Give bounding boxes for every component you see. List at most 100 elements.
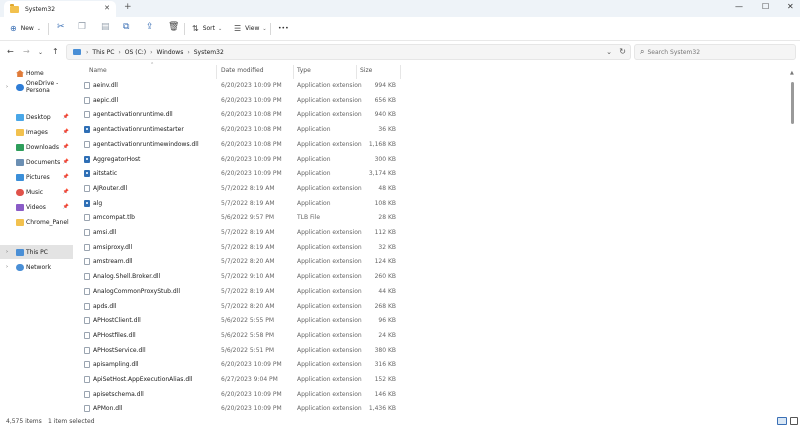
- file-row[interactable]: Analog.Shell.Broker.dll 5/7/2022 9:10 AM A…: [74, 270, 400, 284]
- application-icon: [84, 170, 90, 178]
- file-row[interactable]: alg 5/7/2022 8:19 AM Application 108 KB: [74, 197, 400, 211]
- back-arrow-icon[interactable]: ←: [7, 47, 14, 56]
- chevron-right-icon[interactable]: ›: [6, 264, 8, 270]
- file-name: Analog.Shell.Broker.dll: [93, 273, 161, 281]
- file-size: 994 KB: [374, 82, 396, 89]
- file-name: apisampling.dll: [93, 361, 139, 369]
- search-input[interactable]: [647, 48, 788, 56]
- recent-chevron-icon[interactable]: ⌄: [38, 49, 43, 56]
- pin-icon: 📌: [62, 144, 69, 150]
- copy-icon[interactable]: ❐: [78, 22, 86, 32]
- sidebar-item-this-pc[interactable]: › This PC: [0, 245, 73, 259]
- share-icon[interactable]: ⇪: [146, 22, 154, 32]
- file-size: 146 KB: [374, 390, 396, 398]
- new-button[interactable]: ⊕ New ⌄: [10, 24, 41, 33]
- file-row[interactable]: amsiproxy.dll 5/7/2022 8:19 AM Application…: [74, 241, 400, 255]
- file-row[interactable]: AggregatorHost 6/20/2023 10:09 PM Applicat…: [74, 153, 400, 167]
- file-row[interactable]: agentactivationruntime.dll 6/20/2023 10:0…: [74, 108, 400, 122]
- sidebar-item-home[interactable]: Home: [0, 66, 73, 80]
- sidebar-item-network[interactable]: › Network: [0, 260, 73, 274]
- file-row[interactable]: ApiSetHost.AppExecutionAlias.dll 6/27/202…: [74, 373, 400, 387]
- forward-arrow-icon[interactable]: →: [23, 47, 30, 56]
- tab-system32[interactable]: System32 ✕: [4, 1, 116, 17]
- view-button[interactable]: ☰ View ⌄: [234, 24, 267, 33]
- file-type: Application extension: [297, 82, 362, 89]
- file-name: APHostService.dll: [93, 346, 146, 354]
- sort-button[interactable]: ⇅ Sort ⌄: [192, 24, 222, 33]
- file-row[interactable]: apisetschema.dll 6/20/2023 10:09 PM Applic…: [74, 388, 400, 402]
- column-header-type[interactable]: Type: [297, 67, 311, 74]
- file-row[interactable]: apisampling.dll 6/20/2023 10:09 PM Applica…: [74, 358, 400, 372]
- column-header-name[interactable]: Name: [89, 67, 107, 74]
- maximize-button[interactable]: ☐: [762, 2, 769, 11]
- file-row[interactable]: AJRouter.dll 5/7/2022 8:19 AM Application …: [74, 182, 400, 196]
- breadcrumb-this-pc[interactable]: This PC: [92, 49, 114, 56]
- tiles-view-button[interactable]: [790, 417, 798, 425]
- sidebar-item-desktop[interactable]: Desktop 📌: [0, 110, 73, 124]
- sidebar-item-images[interactable]: Images 📌: [0, 125, 73, 139]
- sidebar-item-documents[interactable]: Documents 📌: [0, 155, 73, 169]
- file-row[interactable]: aepic.dll 6/20/2023 10:09 PM Application e…: [74, 94, 400, 108]
- chevron-right-icon[interactable]: ›: [6, 249, 8, 255]
- status-bar: 4,575 items 1 item selected: [0, 414, 800, 428]
- file-row[interactable]: agentactivationruntimestarter 6/20/2023 1…: [74, 123, 400, 137]
- chevron-down-icon[interactable]: ⌄: [606, 48, 612, 56]
- breadcrumb-system32[interactable]: System32: [194, 49, 224, 56]
- sidebar-item-videos[interactable]: Videos 📌: [0, 200, 73, 214]
- file-date: 5/7/2022 8:19 AM: [221, 243, 275, 251]
- file-date: 5/7/2022 8:20 AM: [221, 302, 275, 310]
- vertical-scrollbar[interactable]: [791, 82, 794, 124]
- sidebar-item-pictures[interactable]: Pictures 📌: [0, 170, 73, 184]
- paste-icon[interactable]: ▤: [101, 22, 110, 32]
- file-icon: [84, 273, 90, 281]
- sidebar-item-onedrive[interactable]: › OneDrive - Persona: [0, 80, 73, 94]
- search-box[interactable]: ⌕: [634, 44, 796, 60]
- file-icon: [84, 317, 90, 325]
- file-type: Application extension: [297, 258, 362, 266]
- file-icon: [84, 140, 90, 148]
- application-icon: [84, 126, 90, 134]
- details-view-button[interactable]: [777, 417, 787, 425]
- file-row[interactable]: apds.dll 5/7/2022 8:20 AM Application exte…: [74, 300, 400, 314]
- file-date: 6/20/2023 10:09 PM: [221, 155, 282, 163]
- rename-icon[interactable]: ⧉: [123, 22, 129, 32]
- file-row[interactable]: APHostClient.dll 5/6/2022 5:55 PM Applicat…: [74, 314, 400, 328]
- file-row[interactable]: aitstatic 6/20/2023 10:09 PM Application 3,…: [74, 167, 400, 181]
- file-row[interactable]: amcompat.tlb 5/6/2022 9:57 PM TLB File 28 K…: [74, 211, 400, 225]
- file-date: 6/20/2023 10:08 PM: [221, 126, 282, 134]
- column-header-size[interactable]: Size: [360, 67, 372, 74]
- file-row[interactable]: amsi.dll 5/7/2022 8:19 AM Application exte…: [74, 226, 400, 240]
- new-tab-button[interactable]: +: [124, 2, 132, 12]
- file-date: 5/6/2022 5:55 PM: [221, 317, 275, 325]
- file-date: 6/20/2023 10:09 PM: [221, 82, 282, 89]
- address-bar[interactable]: › This PC › OS (C:) › Windows › System32…: [66, 44, 631, 60]
- sidebar-item-chrome-panel[interactable]: Chrome_Panel: [0, 215, 73, 229]
- sidebar-item-downloads[interactable]: Downloads 📌: [0, 140, 73, 154]
- file-size: 656 KB: [374, 96, 396, 104]
- file-name: AJRouter.dll: [93, 184, 128, 192]
- file-icon: [84, 243, 90, 251]
- file-name: aitstatic: [93, 170, 118, 178]
- file-row[interactable]: agentactivationruntimewindows.dll 6/20/20…: [74, 138, 400, 152]
- breadcrumb-windows[interactable]: Windows: [157, 49, 184, 56]
- breadcrumb-os-c[interactable]: OS (C:): [125, 49, 146, 56]
- close-window-button[interactable]: ✕: [787, 2, 794, 11]
- cut-icon[interactable]: ✂: [57, 22, 65, 32]
- sidebar-item-music[interactable]: Music 📌: [0, 185, 73, 199]
- file-size: 48 KB: [378, 184, 396, 192]
- file-row[interactable]: aeinv.dll 6/20/2023 10:09 PM Application e…: [74, 79, 400, 93]
- file-row[interactable]: AnalogCommonProxyStub.dll 5/7/2022 8:19 A…: [74, 285, 400, 299]
- refresh-icon[interactable]: ↻: [619, 47, 626, 56]
- chevron-right-icon[interactable]: ›: [6, 84, 8, 90]
- more-options-button[interactable]: •••: [278, 25, 289, 32]
- file-row[interactable]: APHostfiles.dll 5/6/2022 5:58 PM Applicati…: [74, 329, 400, 343]
- minimize-button[interactable]: —: [735, 2, 743, 11]
- file-row[interactable]: APHostService.dll 5/6/2022 5:51 PM Applica…: [74, 344, 400, 358]
- up-arrow-icon[interactable]: ↑: [52, 47, 59, 56]
- delete-icon[interactable]: 🗑: [168, 22, 179, 32]
- tab-close-icon[interactable]: ✕: [104, 4, 110, 12]
- file-name: AggregatorHost: [93, 155, 141, 163]
- file-row[interactable]: amstream.dll 5/7/2022 8:20 AM Application …: [74, 255, 400, 269]
- column-header-date[interactable]: Date modified: [221, 67, 264, 74]
- scroll-up-icon[interactable]: ▲: [790, 70, 794, 76]
